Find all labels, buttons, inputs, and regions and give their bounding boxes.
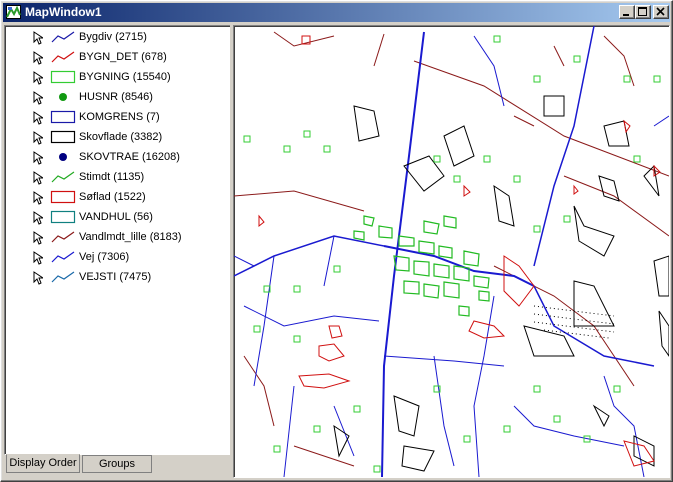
layer-row[interactable]: SKOVTRAE (16208) [5,148,231,167]
layer-label: Stimdt (1135) [79,171,145,183]
line-symbol-icon [51,271,75,283]
tab-groups[interactable]: Groups [82,455,152,473]
select-cursor-icon[interactable] [33,271,43,285]
map-canvas[interactable] [233,25,670,478]
lake-polygon [298,255,535,389]
layer-label: HUSNR (8546) [79,91,153,103]
road-minor [383,355,505,467]
layer-label: BYGN_DET (678) [79,51,167,63]
map-window: MapWindow1 Bygdiv (2715) BYGN_DET (678) BY… [0,0,673,482]
maximize-icon [638,7,647,16]
building-cluster [458,290,490,317]
select-cursor-icon[interactable] [33,151,43,165]
layer-row[interactable]: Stimdt (1135) [5,168,231,187]
layer-label: VANDHUL (56) [79,211,153,223]
select-cursor-icon[interactable] [33,31,43,45]
point-symbol-icon [59,93,67,101]
watercourse-line [513,35,635,127]
building-scatter [253,265,341,333]
point-symbol-icon [59,153,67,161]
watercourse-line [273,31,669,177]
building-scatter [533,385,621,443]
select-cursor-icon[interactable] [33,71,43,85]
layer-row[interactable]: VEJSTI (7475) [5,268,231,287]
close-icon [656,7,665,16]
legend-tabs: Display Order Groups [4,454,230,473]
lake-polygon [463,184,579,197]
building-scatter [483,75,661,223]
polygon-symbol-icon [50,70,76,84]
select-cursor-icon[interactable] [33,111,43,125]
minimize-button[interactable] [619,5,635,19]
line-symbol-icon [51,251,75,263]
layer-row[interactable]: Vandlmdt_lille (8183) [5,228,231,247]
lake-polygon [301,35,345,362]
building-cluster [403,280,460,299]
select-cursor-icon[interactable] [33,231,43,245]
layer-row[interactable]: Søflad (1522) [5,188,231,207]
line-symbol-icon [51,231,75,243]
close-button[interactable] [653,5,669,19]
layer-label: Vandlmdt_lille (8183) [79,231,182,243]
forest-polygon [643,164,669,357]
polygon-symbol-icon [50,190,76,204]
layer-row[interactable]: Bygdiv (2715) [5,28,231,47]
tab-display-order[interactable]: Display Order [6,454,80,473]
road-minor [253,235,335,387]
map-window-app-icon [6,5,21,19]
select-cursor-icon[interactable] [33,171,43,185]
layer-label: Vej (7306) [79,251,130,263]
polygon-symbol-icon [50,110,76,124]
select-cursor-icon[interactable] [33,251,43,265]
building-scatter [313,405,511,443]
road-main [533,26,595,267]
select-cursor-icon[interactable] [33,211,43,225]
layer-label: BYGNING (15540) [79,71,171,83]
layer-row[interactable]: Vej (7306) [5,248,231,267]
legend-panel[interactable]: Bygdiv (2715) BYGN_DET (678) BYGNING (1554… [4,25,232,455]
map-drawing[interactable] [234,26,669,477]
layer-label: Søflad (1522) [79,191,146,203]
title-bar[interactable]: MapWindow1 [3,3,670,22]
road-main [381,31,425,477]
forest-polygon [592,404,655,467]
building-cluster [378,215,457,239]
road-main [234,235,385,277]
line-symbol-icon [51,31,75,43]
layer-label: Bygdiv (2715) [79,31,147,43]
road-minor [603,375,645,477]
building-scatter [243,130,331,153]
polygon-symbol-icon [50,130,76,144]
layer-row[interactable]: KOMGRENS (7) [5,108,231,127]
polygon-symbol-icon [50,210,76,224]
layer-row[interactable]: BYGNING (15540) [5,68,231,87]
select-cursor-icon[interactable] [33,51,43,65]
maximize-button[interactable] [635,5,651,19]
layer-label: KOMGRENS (7) [79,111,160,123]
select-cursor-icon[interactable] [33,191,43,205]
window-title: MapWindow1 [25,5,102,19]
line-symbol-icon [51,51,75,63]
layer-label: SKOVTRAE (16208) [79,151,180,163]
lake-polygon [258,119,661,228]
building-cluster [353,215,375,241]
layer-row[interactable]: VANDHUL (56) [5,208,231,227]
layer-row[interactable]: BYGN_DET (678) [5,48,231,67]
line-symbol-icon [51,171,75,183]
minimize-icon [623,14,629,16]
layer-label: VEJSTI (7475) [79,271,152,283]
lake-polygon [468,320,655,467]
layer-row[interactable]: HUSNR (8546) [5,88,231,107]
select-cursor-icon[interactable] [33,131,43,145]
building-scatter [493,35,631,83]
select-cursor-icon[interactable] [33,91,43,105]
forest-polygon [493,184,615,257]
layer-label: Skovflade (3382) [79,131,163,143]
layer-row[interactable]: Skovflade (3382) [5,128,231,147]
